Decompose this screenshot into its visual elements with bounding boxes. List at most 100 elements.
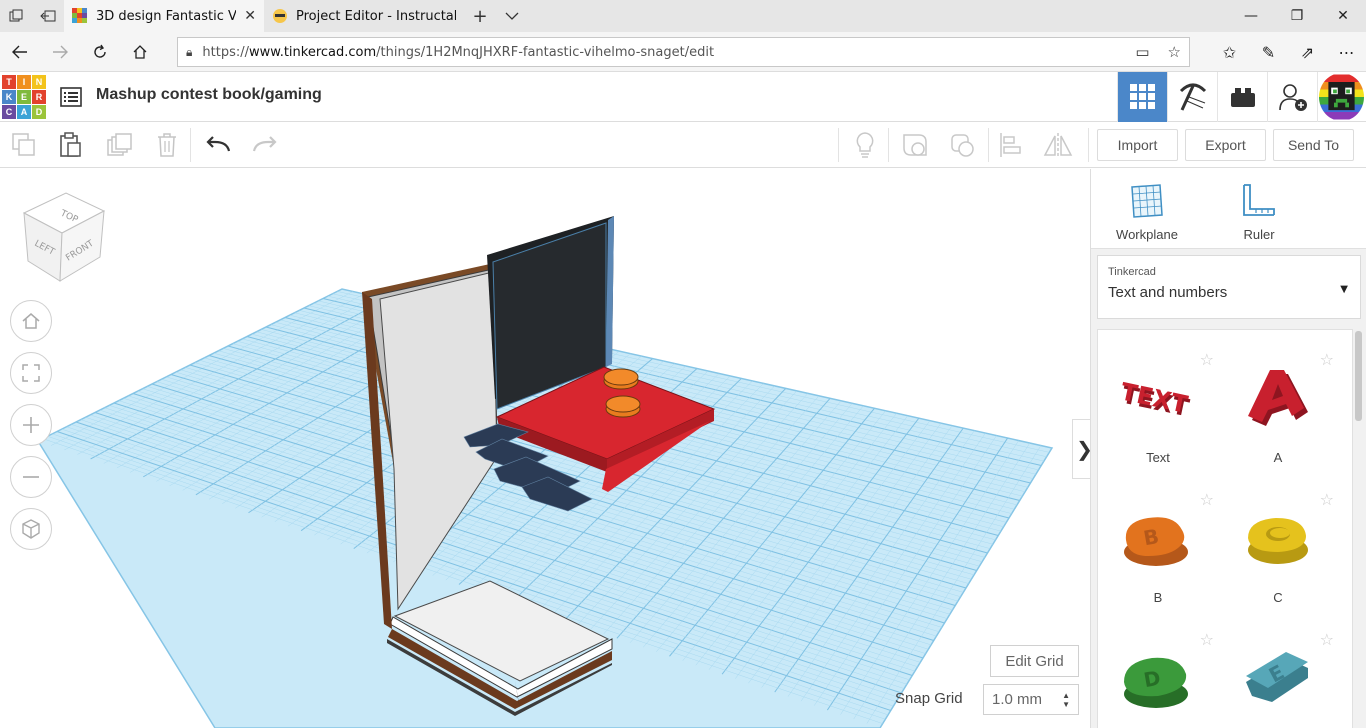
- shape-text[interactable]: TEXT TEXT ☆ Text: [1098, 340, 1218, 470]
- tinkercad-favicon-icon: [72, 8, 87, 23]
- close-tab-icon[interactable]: ✕: [244, 8, 256, 24]
- shape-label: C: [1273, 590, 1283, 605]
- mirror-icon[interactable]: [1043, 130, 1073, 160]
- tinkercad-logo[interactable]: TIN KER CAD: [2, 75, 46, 119]
- duplicate-icon[interactable]: [104, 130, 134, 160]
- browser-address-bar: 🔒︎ https://www.tinkercad.com/things/1H2M…: [0, 32, 1366, 72]
- url-host: www.tinkercad.com: [249, 44, 377, 60]
- user-avatar[interactable]: [1317, 72, 1365, 122]
- logo-tile: I: [17, 75, 31, 89]
- window-controls: — ❐ ✕: [1228, 0, 1366, 32]
- view-cube[interactable]: TOP LEFT FRONT: [20, 189, 110, 284]
- back-icon[interactable]: [0, 32, 40, 72]
- forward-icon[interactable]: [40, 32, 80, 72]
- fit-view-icon[interactable]: [10, 352, 52, 394]
- shape-label: Text: [1146, 450, 1170, 465]
- app-header: TIN KER CAD Mashup contest book/gaming: [0, 72, 1366, 122]
- scene-canvas[interactable]: [0, 169, 1090, 728]
- browser-actions: ✩ ✎ ⇗ ⋯: [1210, 32, 1366, 72]
- favorite-star-icon[interactable]: ☆: [1168, 43, 1181, 61]
- tab-instructables[interactable]: Project Editor - Instructables: [264, 0, 464, 32]
- favorite-star-icon[interactable]: ☆: [1200, 630, 1214, 649]
- zoom-in-icon[interactable]: [10, 404, 52, 446]
- panel-scrollbar[interactable]: [1355, 331, 1362, 421]
- close-window-icon[interactable]: ✕: [1320, 0, 1366, 32]
- logo-tile: D: [32, 105, 46, 119]
- project-title[interactable]: Mashup contest book/gaming: [96, 86, 322, 104]
- set-tabs-aside-icon[interactable]: [32, 0, 64, 32]
- stepper-icon: ▲ ▼: [1062, 690, 1070, 709]
- header-mode-icons: [1117, 72, 1365, 122]
- tab-tinkercad[interactable]: 3D design Fantastic Vihelmo ✕: [64, 0, 264, 32]
- reading-view-icon[interactable]: ▭: [1135, 43, 1149, 61]
- workplane-label: Workplane: [1116, 227, 1178, 242]
- shape-letter-a[interactable]: ☆ A: [1218, 340, 1338, 470]
- shape-letter-c[interactable]: ☆ C: [1218, 480, 1338, 610]
- edit-toolbar: Import Export Send To: [0, 122, 1366, 168]
- pen-icon[interactable]: ✎: [1249, 32, 1288, 72]
- share-icon[interactable]: ⇗: [1288, 32, 1327, 72]
- toolbar-divider: [1088, 128, 1089, 162]
- design-menu-icon[interactable]: [58, 84, 84, 110]
- export-button[interactable]: Export: [1185, 129, 1266, 161]
- favorite-star-icon[interactable]: ☆: [1320, 490, 1334, 509]
- logo-tile: C: [2, 105, 16, 119]
- shape-letter-d[interactable]: D ☆: [1098, 620, 1218, 728]
- favorites-icon[interactable]: ✩: [1210, 32, 1249, 72]
- pickaxe-icon[interactable]: [1167, 72, 1217, 122]
- 3d-view-grid-icon[interactable]: [1117, 72, 1167, 122]
- letter-a-shape-icon: [1248, 370, 1308, 426]
- favorite-star-icon[interactable]: ☆: [1200, 490, 1214, 509]
- logo-tile: E: [17, 90, 31, 104]
- url-input[interactable]: 🔒︎ https://www.tinkercad.com/things/1H2M…: [177, 37, 1190, 67]
- snap-grid-value: 1.0 mm: [992, 691, 1043, 708]
- ruler-label: Ruler: [1243, 227, 1275, 242]
- edit-grid-button[interactable]: Edit Grid: [990, 645, 1079, 677]
- paste-icon[interactable]: [56, 130, 86, 160]
- ungroup-icon[interactable]: [948, 130, 978, 160]
- home-icon[interactable]: [120, 32, 160, 72]
- delete-icon[interactable]: [152, 130, 182, 160]
- workplane-viewport[interactable]: TOP LEFT FRONT Edit Grid Snap Grid 1.0 m…: [0, 169, 1090, 728]
- refresh-icon[interactable]: [80, 32, 120, 72]
- logo-tile: T: [2, 75, 16, 89]
- import-button[interactable]: Import: [1097, 129, 1178, 161]
- home-view-icon[interactable]: [10, 300, 52, 342]
- more-icon[interactable]: ⋯: [1327, 32, 1366, 72]
- perspective-toggle-icon[interactable]: [10, 508, 52, 550]
- restore-icon[interactable]: ❐: [1274, 0, 1320, 32]
- zoom-out-icon[interactable]: [10, 456, 52, 498]
- letter-d-shape-icon: D: [1124, 657, 1188, 708]
- tab-title: 3D design Fantastic Vihelmo: [96, 8, 237, 24]
- ruler-icon: [1243, 184, 1275, 216]
- favorite-star-icon[interactable]: ☆: [1200, 350, 1214, 369]
- instructables-favicon-icon: [273, 9, 287, 23]
- ruler-tool[interactable]: Ruler: [1219, 181, 1299, 242]
- tab-preview-icon[interactable]: [0, 0, 32, 32]
- redo-icon[interactable]: [250, 130, 280, 160]
- favorite-star-icon[interactable]: ☆: [1320, 630, 1334, 649]
- add-user-icon[interactable]: [1267, 72, 1317, 122]
- shape-letter-b[interactable]: B ☆ B: [1098, 480, 1218, 610]
- snap-grid-select[interactable]: 1.0 mm ▲ ▼: [983, 684, 1079, 715]
- shape-library-select[interactable]: Tinkercad Text and numbers ▼: [1097, 255, 1361, 319]
- minimize-icon[interactable]: —: [1228, 0, 1274, 32]
- lightbulb-icon[interactable]: [850, 130, 880, 160]
- new-tab-icon[interactable]: +: [464, 0, 496, 32]
- group-icon[interactable]: [900, 130, 930, 160]
- chevron-down-icon[interactable]: [496, 0, 528, 32]
- workplane-tools: Workplane Ruler: [1091, 169, 1366, 249]
- bricks-icon[interactable]: [1217, 72, 1267, 122]
- workplane-tool[interactable]: Workplane: [1107, 181, 1187, 242]
- send-to-button[interactable]: Send To: [1273, 129, 1354, 161]
- align-icon[interactable]: [996, 130, 1026, 160]
- browser-tab-bar: 3D design Fantastic Vihelmo ✕ Project Ed…: [0, 0, 1366, 32]
- copy-icon[interactable]: [9, 130, 39, 160]
- logo-tile: R: [32, 90, 46, 104]
- favorite-star-icon[interactable]: ☆: [1320, 350, 1334, 369]
- library-name: Text and numbers: [1108, 284, 1228, 301]
- shape-letter-e[interactable]: E ☆: [1218, 620, 1338, 728]
- library-source-label: Tinkercad: [1108, 266, 1156, 278]
- undo-icon[interactable]: [203, 130, 233, 160]
- logo-tile: K: [2, 90, 16, 104]
